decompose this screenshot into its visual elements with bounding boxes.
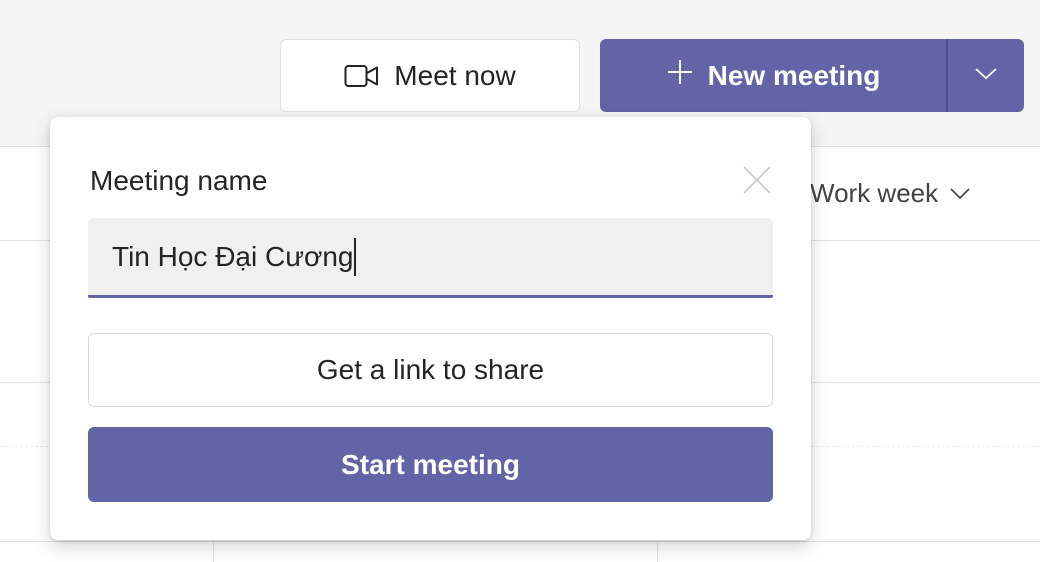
meet-now-label: Meet now — [394, 59, 516, 91]
popup-title: Meeting name — [90, 165, 268, 196]
start-meeting-label: Start meeting — [341, 448, 520, 480]
calendar-divider — [0, 541, 1040, 542]
chevron-down-icon — [950, 187, 970, 200]
start-meeting-button[interactable]: Start meeting — [88, 427, 773, 502]
video-camera-icon — [344, 64, 380, 88]
get-link-button[interactable]: Get a link to share — [88, 333, 773, 407]
plus-icon — [666, 58, 694, 93]
new-meeting-label: New meeting — [707, 59, 881, 91]
new-meeting-dropdown-button[interactable] — [948, 39, 1024, 112]
view-selector-label: Work week — [810, 178, 939, 208]
meeting-name-value: Tin Học Đại Cương — [112, 240, 354, 272]
text-cursor — [354, 237, 357, 276]
new-meeting-button[interactable]: New meeting — [600, 39, 946, 112]
new-meeting-split-button: New meeting — [600, 39, 1024, 112]
view-selector[interactable]: Work week — [810, 178, 970, 209]
meet-now-popup: Meeting name Tin Học Đại Cương Get a lin… — [50, 117, 811, 540]
get-link-label: Get a link to share — [316, 354, 545, 385]
chevron-down-icon — [975, 67, 997, 85]
meeting-name-input[interactable]: Tin Học Đại Cương — [88, 218, 773, 298]
close-icon[interactable] — [742, 165, 772, 195]
calendar-column-divider — [657, 541, 658, 562]
calendar-column-divider — [213, 541, 214, 562]
meet-now-button[interactable]: Meet now — [280, 39, 580, 112]
